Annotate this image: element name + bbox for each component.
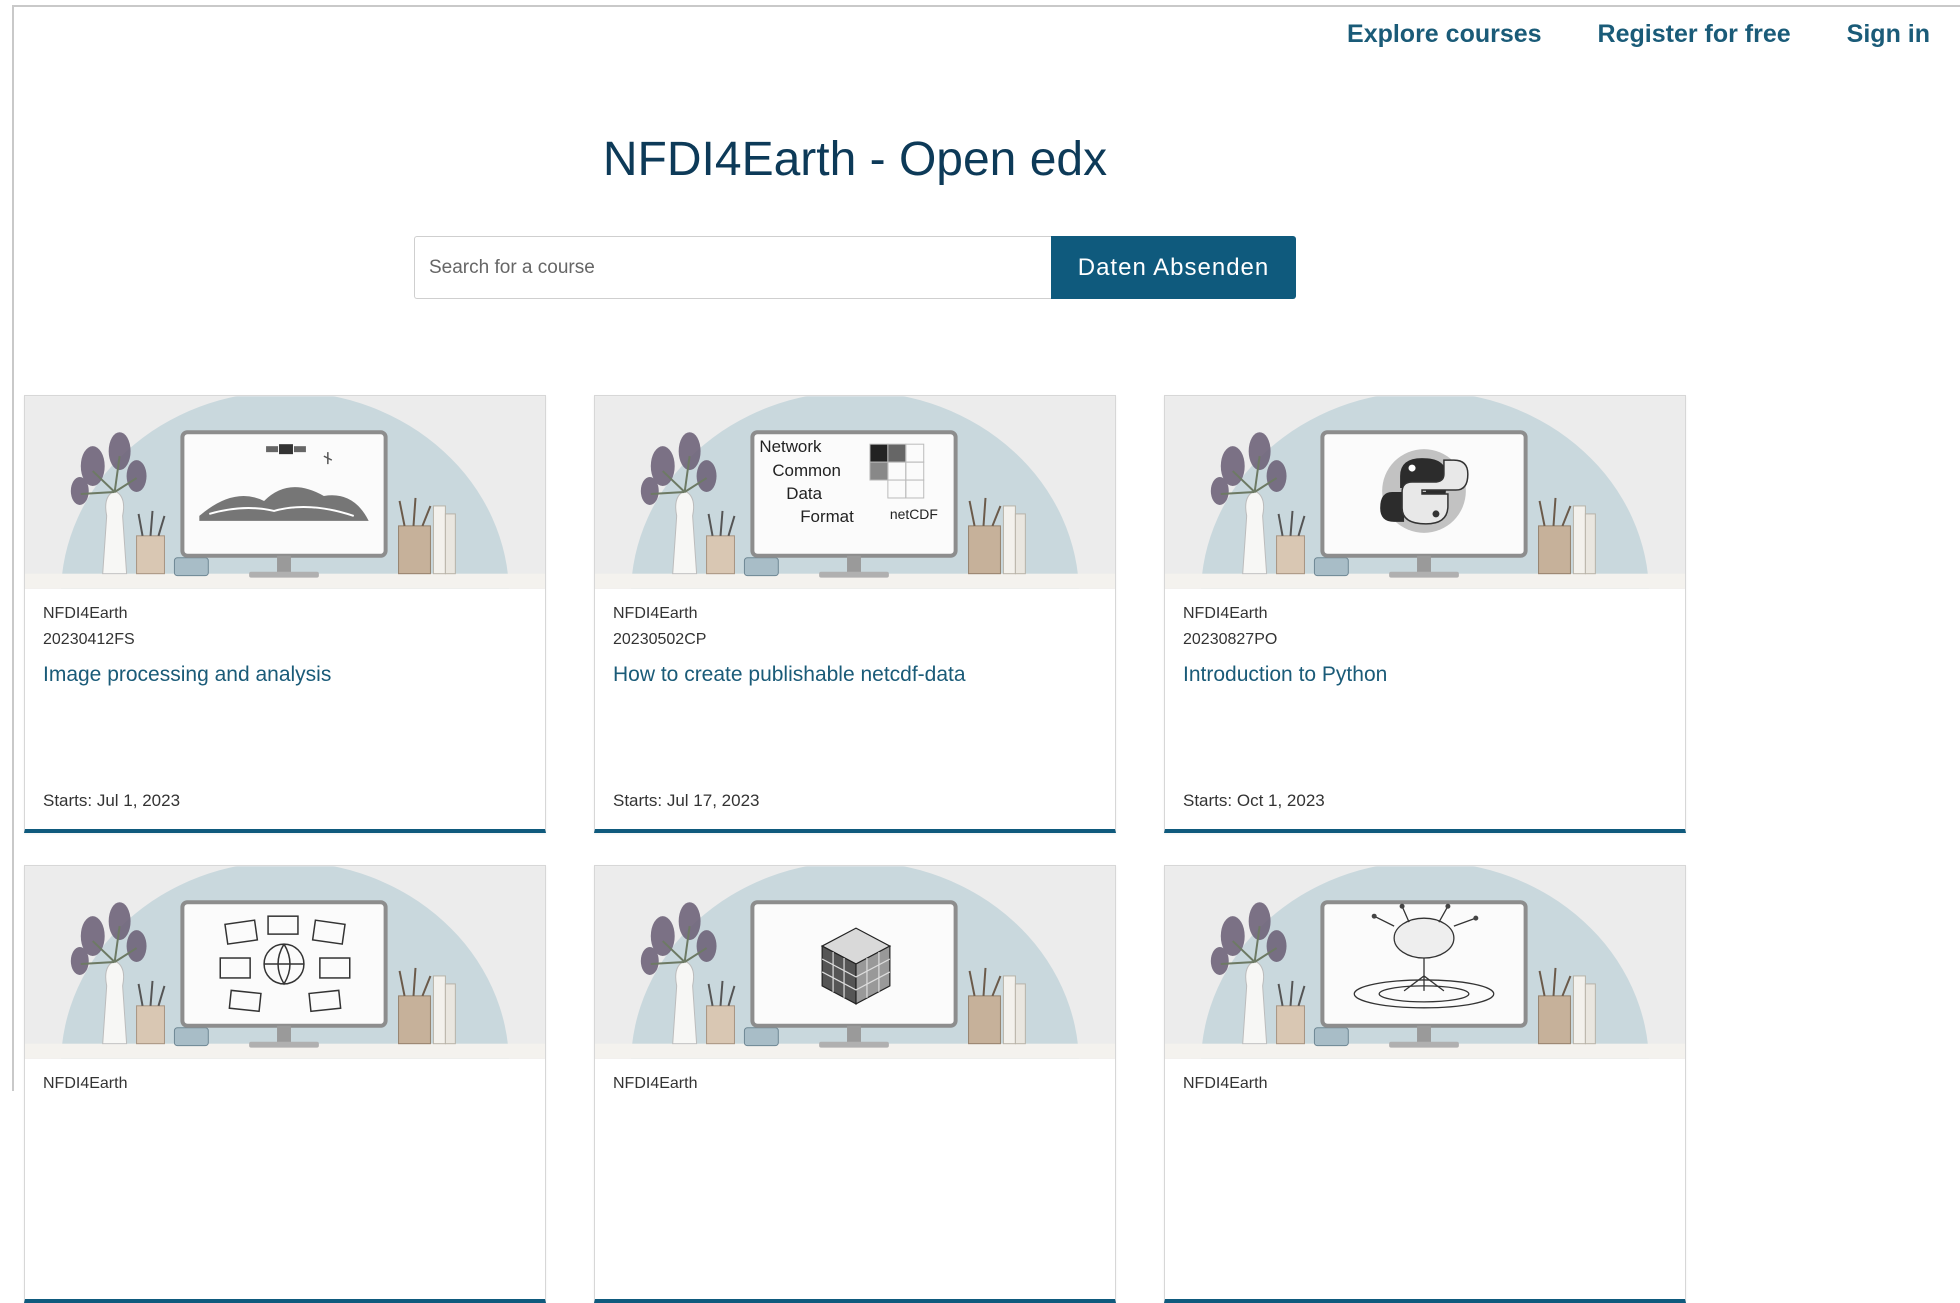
netcdf-word-netcdf: netCDF (890, 506, 938, 522)
course-card[interactable]: NFDI4Earth (1164, 865, 1686, 1303)
course-org: NFDI4Earth (613, 605, 698, 622)
course-code: 20230502CP (613, 631, 707, 648)
data-cube-illustration (595, 866, 1115, 1059)
globe-maps-illustration (25, 866, 545, 1059)
course-title[interactable]: Image processing and analysis (43, 661, 527, 689)
course-card[interactable]: NFDI4Earth 20230412FS Image processing a… (24, 395, 546, 833)
course-card[interactable]: NFDI4Earth 20230827PO Introduction to Py… (1164, 395, 1686, 833)
course-start-date: Starts: Jul 17, 2023 (613, 791, 760, 810)
course-title[interactable]: How to create publishable netcdf-data (613, 661, 1097, 689)
search-submit-button[interactable]: Daten Absenden (1051, 236, 1296, 299)
page-title: NFDI4Earth - Open edx (602, 133, 1108, 186)
course-code: 20230827PO (1183, 631, 1278, 648)
course-org: NFDI4Earth (43, 1075, 128, 1092)
course-org: NFDI4Earth (1183, 605, 1268, 622)
netcdf-word-data: Data (786, 484, 822, 503)
netcdf-illustration: Network Common Data Format netCDF (595, 396, 1115, 589)
course-code: 20230412FS (43, 631, 135, 648)
netcdf-word-format: Format (800, 507, 854, 526)
course-org: NFDI4Earth (613, 1075, 698, 1092)
top-navigation: Explore courses Register for free Sign i… (1347, 20, 1930, 49)
course-card[interactable]: NFDI4Earth (24, 865, 546, 1303)
tree-network-illustration (1165, 866, 1685, 1059)
course-card[interactable]: Network Common Data Format netCDF NFDI4E… (594, 395, 1116, 833)
netcdf-word-common: Common (772, 461, 841, 480)
satellite-landscape-illustration (25, 396, 545, 589)
register-link[interactable]: Register for free (1598, 20, 1791, 49)
course-grid: NFDI4Earth 20230412FS Image processing a… (24, 395, 1690, 1303)
netcdf-word-network: Network (759, 437, 822, 456)
course-start-date: Starts: Jul 1, 2023 (43, 791, 181, 810)
explore-courses-link[interactable]: Explore courses (1347, 20, 1542, 49)
course-card[interactable]: NFDI4Earth (594, 865, 1116, 1303)
course-org: NFDI4Earth (1183, 1075, 1268, 1092)
course-org: NFDI4Earth (43, 605, 128, 622)
sign-in-link[interactable]: Sign in (1847, 20, 1930, 49)
course-start-date: Starts: Oct 1, 2023 (1183, 791, 1325, 810)
course-search-form: Daten Absenden (414, 236, 1296, 299)
search-input[interactable] (414, 236, 1051, 299)
course-title[interactable]: Introduction to Python (1183, 661, 1667, 689)
python-logo-illustration (1165, 396, 1685, 589)
